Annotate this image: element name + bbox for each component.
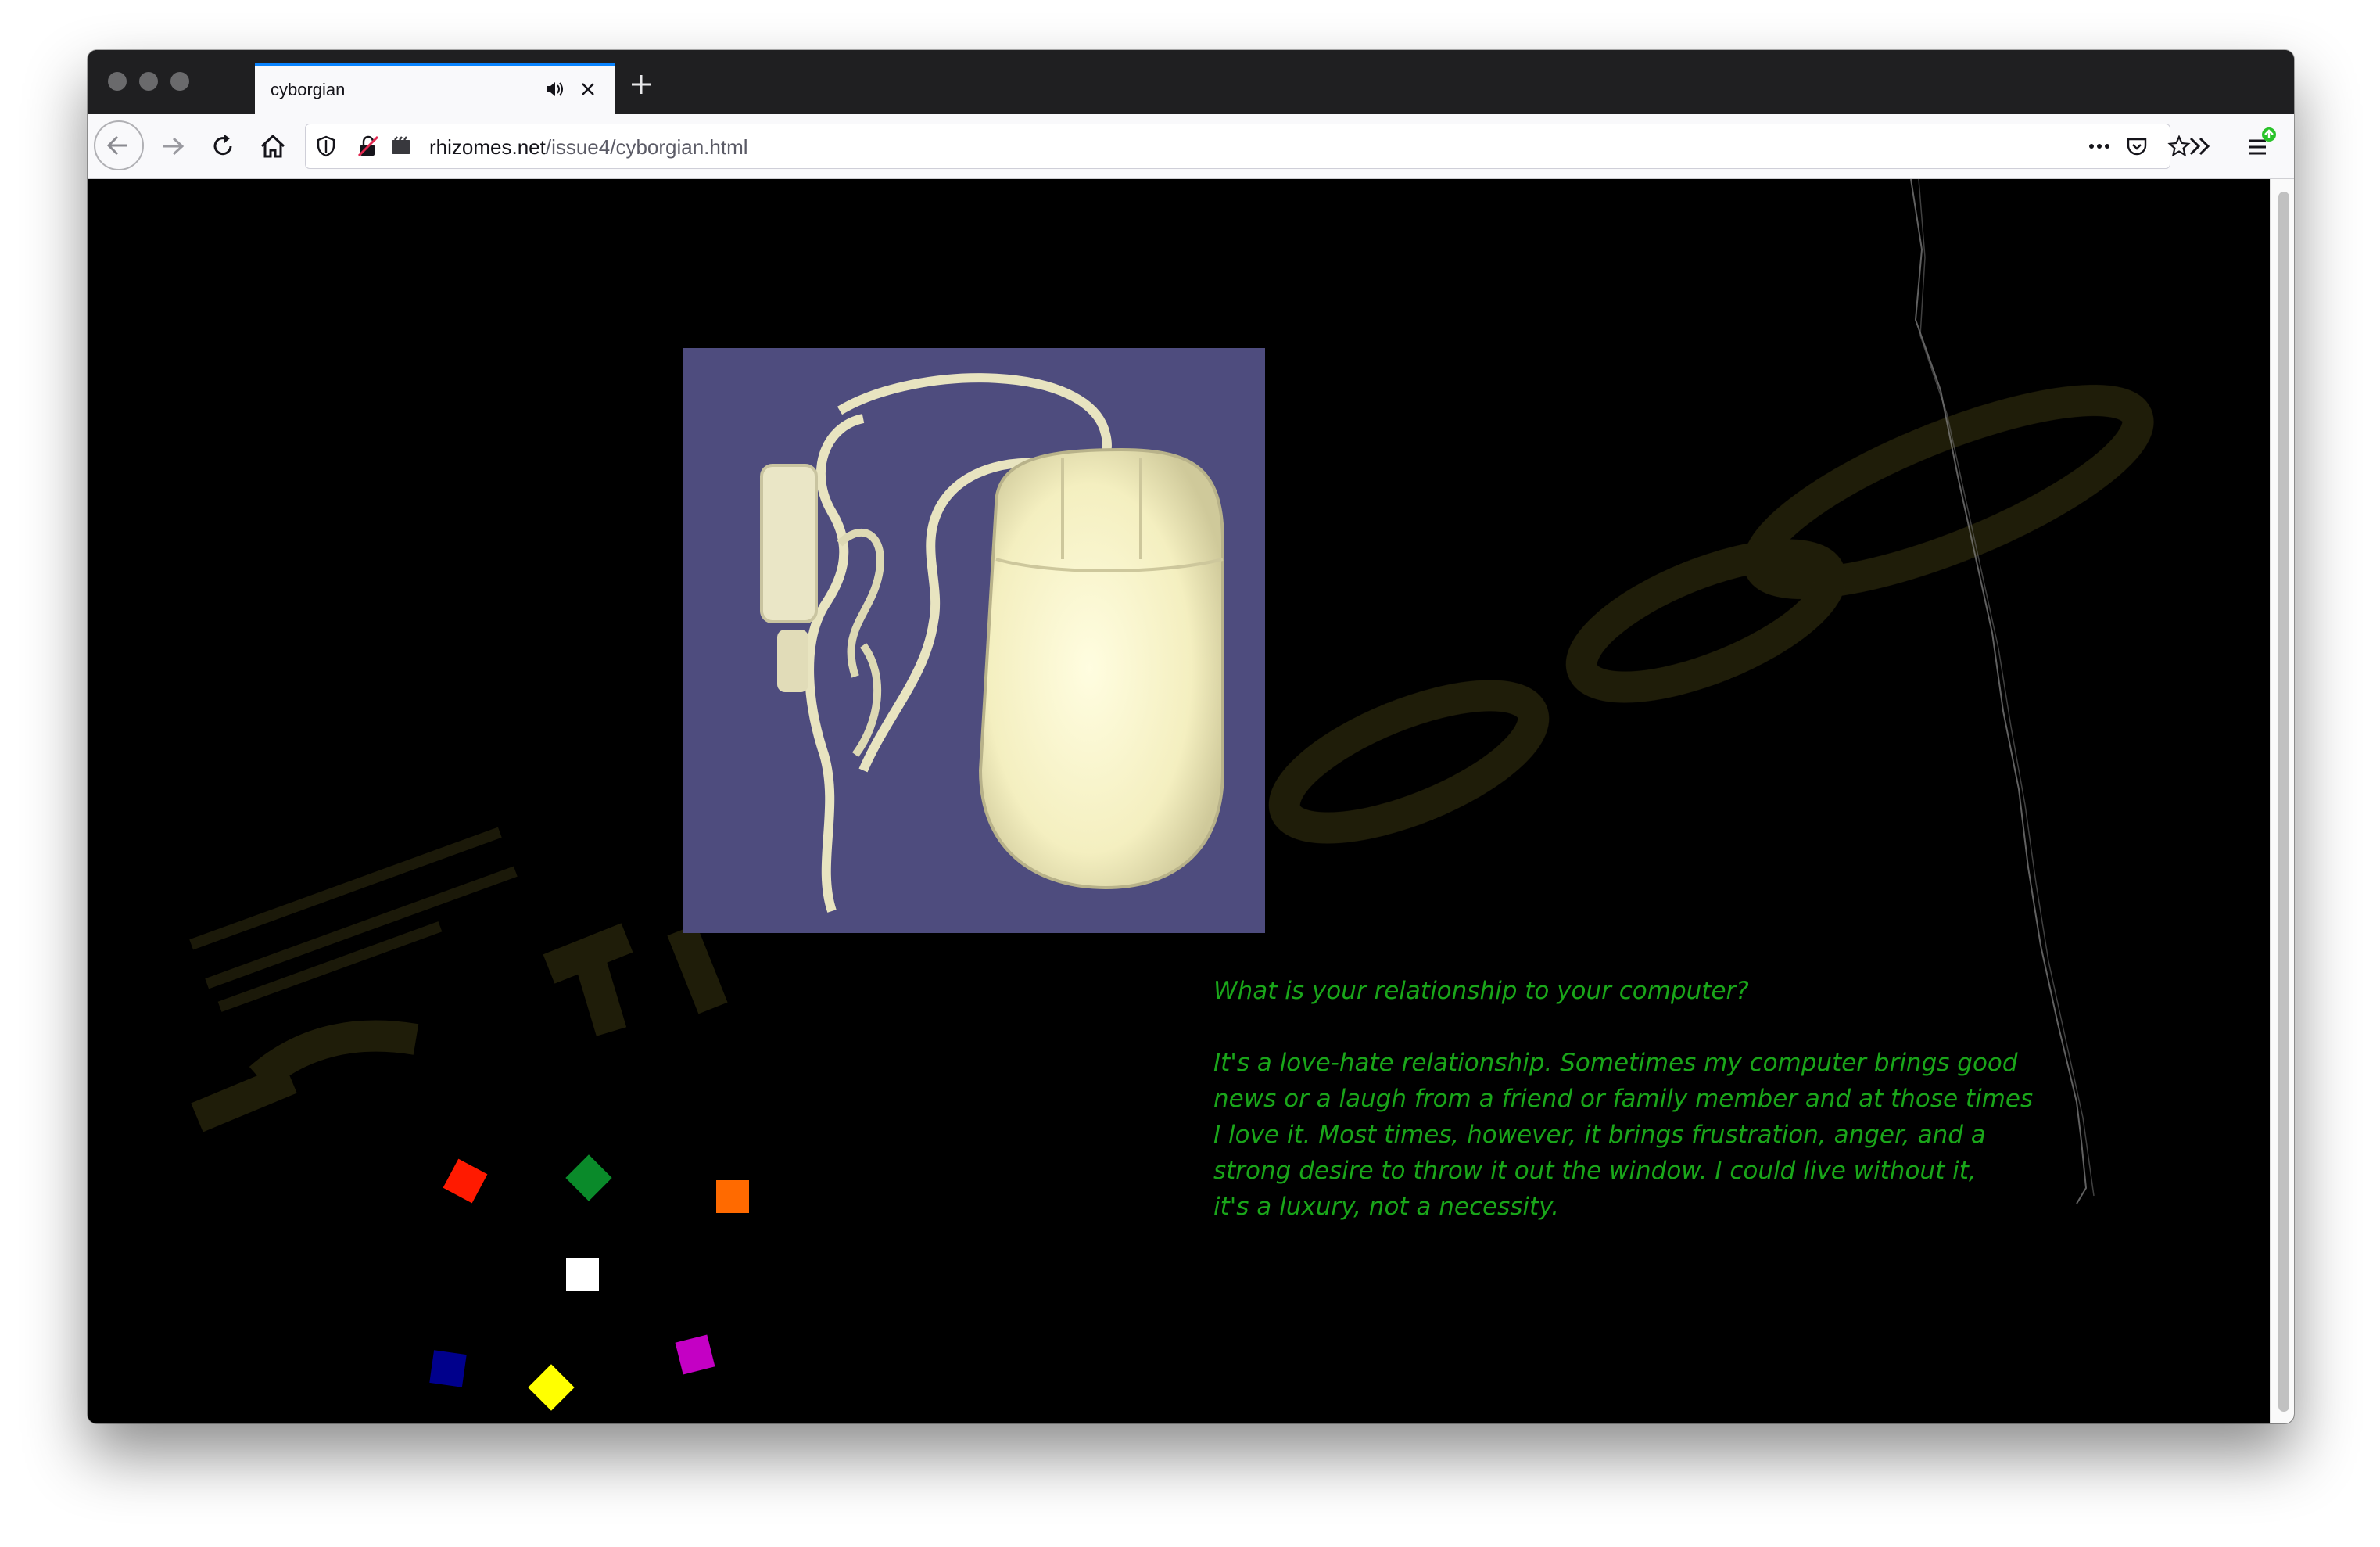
answer-line: it's a luxury, not a necessity. — [1213, 1193, 1559, 1221]
pocket-icon[interactable] — [2124, 134, 2149, 159]
computer-mouse-icon — [683, 348, 1265, 933]
reload-button[interactable] — [203, 127, 242, 166]
speaker-icon[interactable] — [544, 78, 566, 100]
autoplay-blocked-icon[interactable] — [389, 134, 414, 159]
url-text[interactable]: rhizomes.net/issue4/cyborgian.html — [429, 135, 748, 160]
close-icon[interactable] — [577, 78, 599, 100]
browser-window: cyborgian rhizomes.net/issue4/cyborgian.… — [88, 50, 2294, 1423]
mouse-image — [683, 348, 1265, 933]
answer-line: news or a laugh from a friend or family … — [1213, 1085, 2034, 1113]
white-square — [566, 1258, 599, 1291]
overflow-chevron-icon[interactable] — [2180, 127, 2219, 166]
url-domain: rhizomes.net — [429, 135, 546, 159]
answer-line: I love it. Most times, however, it bring… — [1213, 1121, 1986, 1149]
zoom-window-button[interactable] — [170, 72, 189, 91]
answer-line: strong desire to throw it out the window… — [1213, 1157, 1977, 1185]
blue-square — [429, 1350, 467, 1387]
home-button[interactable] — [253, 127, 292, 166]
close-window-button[interactable] — [108, 72, 127, 91]
answer-paragraph: It's a love-hate relationship. Sometimes… — [1213, 1045, 2152, 1225]
tab-bar: cyborgian — [88, 50, 2294, 114]
tab-cyborgian[interactable]: cyborgian — [255, 63, 615, 114]
forward-button[interactable] — [153, 127, 192, 166]
page-content: What is your relationship to your comput… — [88, 179, 2294, 1423]
vertical-scrollbar[interactable] — [2270, 179, 2294, 1423]
scrollbar-thumb[interactable] — [2278, 192, 2289, 1412]
navigation-bar: rhizomes.net/issue4/cyborgian.html — [88, 114, 2294, 179]
back-arrow-icon — [106, 135, 127, 156]
insecure-connection-icon[interactable] — [356, 134, 381, 159]
orange-square — [716, 1180, 749, 1213]
menu-hamburger-icon[interactable] — [2239, 127, 2278, 166]
question-text: What is your relationship to your comput… — [1213, 977, 1749, 1005]
back-button[interactable] — [94, 120, 144, 170]
answer-line: It's a love-hate relationship. Sometimes… — [1213, 1049, 2018, 1077]
url-path: /issue4/cyborgian.html — [545, 135, 748, 159]
new-tab-button[interactable] — [627, 70, 655, 99]
url-bar[interactable]: rhizomes.net/issue4/cyborgian.html — [305, 124, 2191, 169]
tab-title: cyborgian — [271, 80, 346, 99]
minimize-window-button[interactable] — [139, 72, 158, 91]
qa-text-block: What is your relationship to your comput… — [1213, 973, 2152, 1225]
shield-icon[interactable] — [314, 134, 339, 159]
page-actions-icon[interactable] — [2085, 134, 2113, 159]
